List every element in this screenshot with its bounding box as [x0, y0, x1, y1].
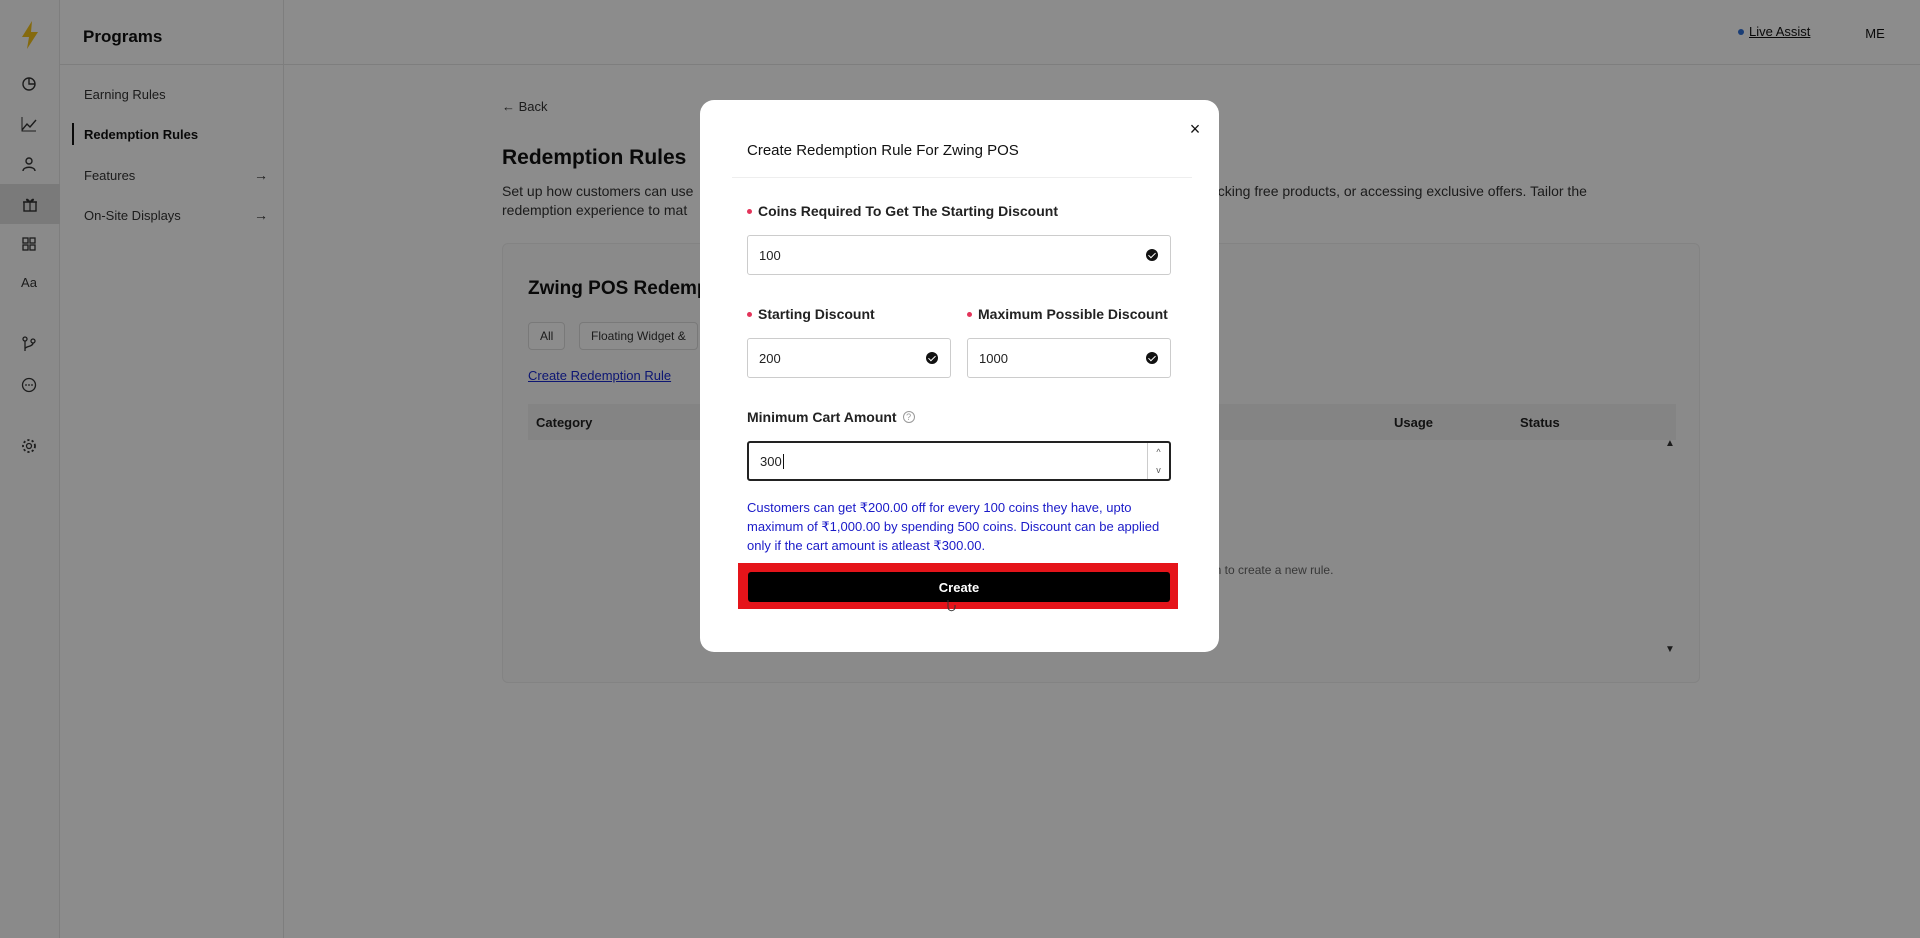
modal-divider — [732, 177, 1192, 178]
create-button[interactable]: Create — [748, 572, 1170, 602]
close-icon[interactable]: × — [1184, 118, 1206, 140]
coins-required-value: 100 — [759, 247, 781, 263]
starting-discount-label: Starting Discount — [747, 306, 875, 322]
check-circle-icon — [1146, 352, 1158, 364]
modal-title: Create Redemption Rule For Zwing POS — [747, 142, 1019, 159]
starting-discount-value: 200 — [759, 350, 781, 366]
stepper-down-icon[interactable]: v — [1156, 465, 1161, 475]
required-dot-icon — [747, 208, 752, 214]
starting-discount-input[interactable]: 200 — [747, 338, 951, 378]
coins-required-input[interactable]: 100 — [747, 235, 1171, 275]
maximum-discount-value: 1000 — [979, 350, 1008, 366]
minimum-cart-amount-value: 300 — [760, 453, 782, 469]
number-stepper[interactable]: ^ v — [1147, 443, 1169, 479]
coins-required-label-text: Coins Required To Get The Starting Disco… — [758, 203, 1058, 219]
help-icon[interactable]: ? — [902, 411, 915, 423]
required-dot-icon — [747, 311, 752, 317]
stepper-up-icon[interactable]: ^ — [1156, 447, 1160, 457]
starting-discount-label-text: Starting Discount — [758, 306, 875, 322]
check-circle-icon — [1146, 249, 1158, 261]
minimum-cart-amount-input[interactable]: 300 ^ v — [747, 441, 1171, 481]
text-caret — [782, 453, 784, 469]
coins-required-label: Coins Required To Get The Starting Disco… — [747, 203, 1058, 219]
required-dot-icon — [967, 311, 972, 317]
maximum-discount-label: Maximum Possible Discount — [967, 306, 1168, 322]
maximum-discount-input[interactable]: 1000 — [967, 338, 1171, 378]
mouse-cursor-icon — [947, 600, 956, 612]
check-circle-icon — [926, 352, 938, 364]
discount-summary-text: Customers can get ₹200.00 off for every … — [747, 500, 1160, 553]
minimum-cart-amount-label: Minimum Cart Amount? — [747, 409, 915, 425]
minimum-cart-amount-label-text: Minimum Cart Amount — [747, 409, 897, 425]
maximum-discount-label-text: Maximum Possible Discount — [978, 306, 1168, 322]
